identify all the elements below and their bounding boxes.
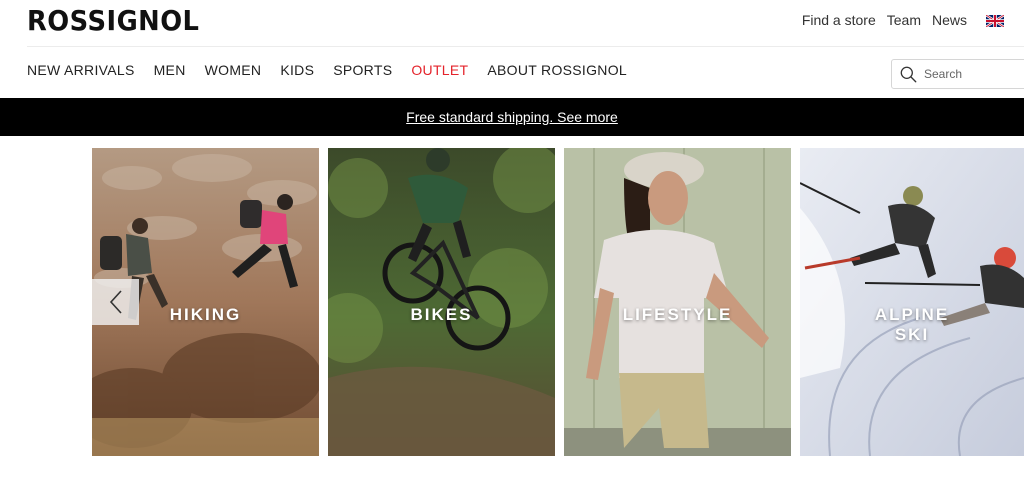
utility-nav: Find a store Team News (802, 12, 1005, 28)
promo-banner: Free standard shipping. See more (0, 98, 1024, 136)
category-card-alpine-ski[interactable]: ALPINE SKI (800, 148, 1024, 456)
free-shipping-link[interactable]: Free standard shipping. See more (406, 109, 618, 125)
category-label-bikes: BIKES (410, 305, 473, 324)
chevron-left-icon (109, 290, 122, 314)
team-link[interactable]: Team (887, 12, 921, 28)
bikes-image (328, 148, 555, 456)
brand-logo[interactable]: ROSSIGNOL (27, 4, 199, 38)
category-card-lifestyle[interactable]: LIFESTYLE (564, 148, 791, 456)
find-store-link[interactable]: Find a store (802, 12, 876, 28)
news-link[interactable]: News (932, 12, 967, 28)
alpine-ski-image (800, 148, 1024, 456)
nav-about-rossignol[interactable]: ABOUT ROSSIGNOL (487, 62, 627, 78)
nav-women[interactable]: WOMEN (205, 62, 262, 78)
category-label-lifestyle: LIFESTYLE (622, 305, 733, 324)
top-header: ROSSIGNOL Find a store Team News (0, 0, 1024, 46)
category-card-bikes[interactable]: BIKES (328, 148, 555, 456)
header-divider (27, 46, 1024, 47)
nav-new-arrivals[interactable]: NEW ARRIVALS (27, 62, 135, 78)
carousel-prev-button[interactable] (92, 279, 139, 325)
nav-sports[interactable]: SPORTS (333, 62, 392, 78)
category-label-alpine: ALPINE (874, 305, 950, 324)
lifestyle-image (564, 148, 791, 456)
category-label-ski: SKI (894, 325, 930, 344)
nav-outlet[interactable]: OUTLET (411, 62, 468, 78)
category-carousel: HIKING BIKES LIFESTYLE ALPINE SKI (0, 148, 1024, 456)
search-input[interactable] (924, 67, 1014, 81)
category-label-alpine-ski: ALPINE SKI (800, 305, 1024, 345)
main-nav: NEW ARRIVALS MEN WOMEN KIDS SPORTS OUTLE… (27, 62, 646, 78)
search-icon (900, 66, 917, 82)
uk-flag-icon[interactable] (985, 14, 1005, 28)
search-box[interactable] (891, 59, 1024, 89)
nav-kids[interactable]: KIDS (280, 62, 314, 78)
nav-men[interactable]: MEN (154, 62, 186, 78)
